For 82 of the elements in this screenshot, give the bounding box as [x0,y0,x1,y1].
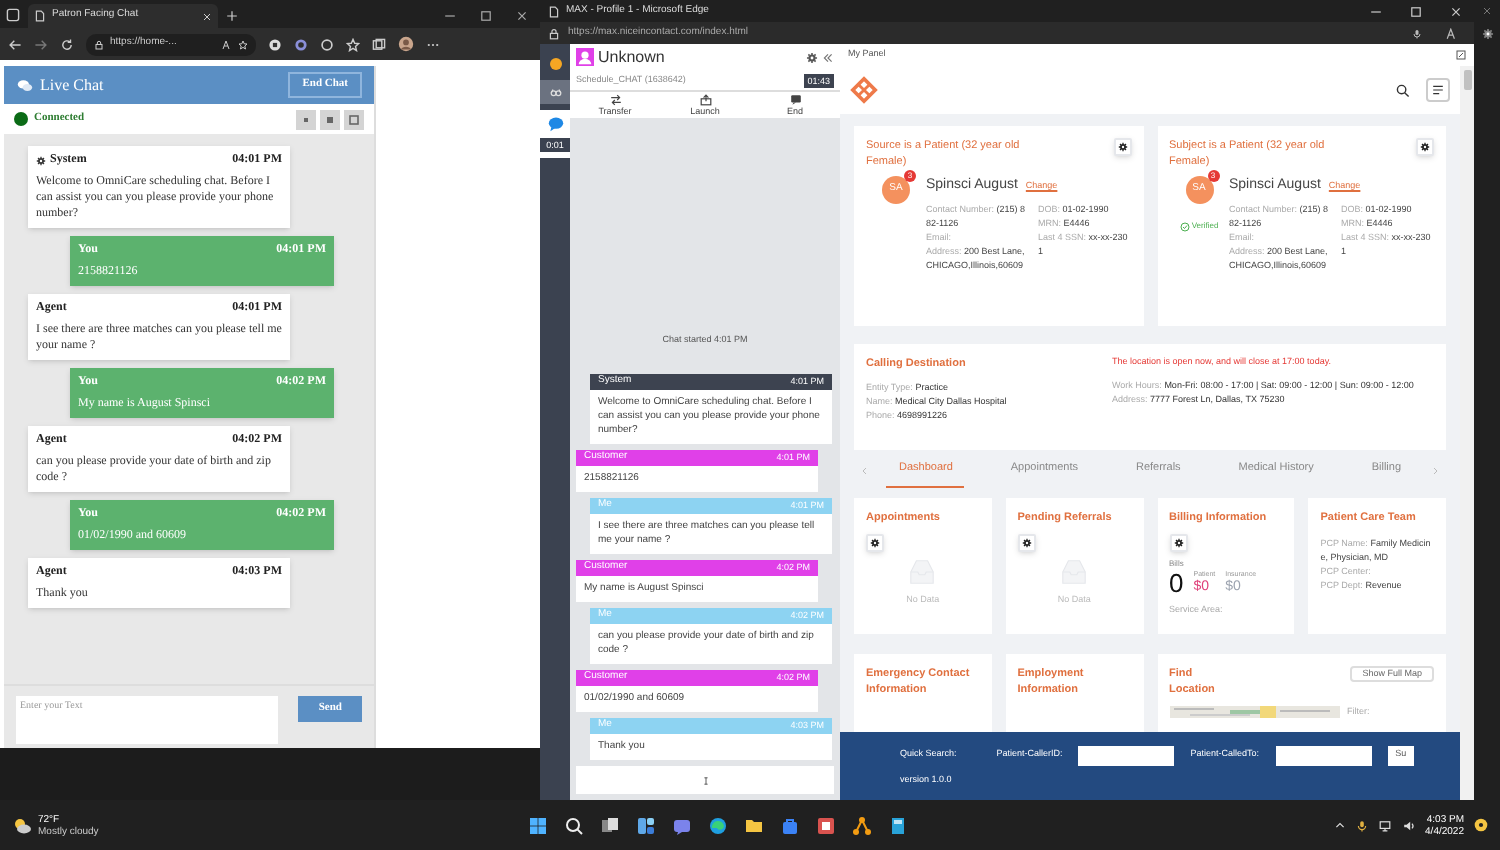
read-aloud-icon[interactable] [1446,27,1458,39]
transfer-icon [609,94,621,106]
notification-icon[interactable] [1474,818,1488,832]
chat-tab[interactable] [540,110,570,138]
chat-bubble-icon [547,116,563,132]
weather-icon [12,815,32,835]
logo-icon [850,76,878,104]
settings-icon[interactable] [1481,28,1493,40]
glasses-icon [545,86,565,98]
forward-icon[interactable] [34,37,48,51]
monitor-icon[interactable] [1377,819,1392,831]
favorite-icon[interactable] [238,39,248,49]
gear-icon [1420,142,1430,152]
gear-icon [870,538,880,548]
store-icon[interactable] [780,815,801,835]
minimize-icon[interactable] [444,10,456,22]
minimize-icon[interactable] [1370,5,1382,17]
gear-icon [1117,142,1127,152]
glasses-tab[interactable] [540,80,570,104]
text-size-icon[interactable] [320,109,340,129]
maximize-icon[interactable] [480,10,492,22]
back-icon[interactable] [8,37,22,51]
window-icon [6,8,20,22]
search-icon[interactable] [564,815,585,835]
favorites-icon[interactable] [346,37,360,51]
refresh-icon[interactable] [60,37,74,51]
search-icon[interactable] [1396,83,1410,97]
browser-icon[interactable] [708,815,729,835]
maximize-icon[interactable] [1410,5,1422,17]
close-icon[interactable] [516,10,528,22]
collapse-icon[interactable] [822,51,834,63]
search-input[interactable] [1275,745,1372,766]
settings-button[interactable] [1113,138,1131,156]
bills-count: 0 [1169,570,1184,597]
end-chat-icon [789,94,801,106]
check-circle-icon [1179,221,1190,231]
chat-icon[interactable] [672,815,693,835]
settings-button[interactable] [1169,534,1187,552]
avatar-icon[interactable] [398,36,414,52]
chevron-up-icon[interactable] [1333,819,1346,831]
expand-icon[interactable] [1456,50,1466,60]
menu-icon [1432,84,1444,96]
speaker-icon[interactable] [1401,819,1416,831]
task-view-icon[interactable] [600,815,621,835]
print-icon[interactable] [344,109,364,129]
page-icon [34,10,46,22]
plus-icon[interactable] [226,10,238,22]
lock-icon [94,39,104,49]
settings-button[interactable] [1416,138,1434,156]
reply-field[interactable] [576,766,834,794]
windows-icon[interactable] [528,815,549,835]
settings-button[interactable] [1017,534,1036,552]
read-aloud-icon[interactable] [222,39,232,49]
book-icon[interactable] [888,815,909,835]
microphone-icon[interactable] [1412,27,1422,39]
menu-button[interactable] [1426,78,1450,102]
chat-bubbles-icon [16,77,34,93]
text-cursor-icon [701,773,709,787]
chat-title: Live Chat [40,73,104,97]
extension-icon[interactable] [268,37,282,51]
settings-icon[interactable] [806,51,818,63]
gear-icon [1021,538,1032,548]
close-icon[interactable] [1450,5,1462,17]
gear-icon [1173,538,1183,548]
lock-icon [548,27,560,39]
status-dot-icon [14,112,28,126]
widgets-icon[interactable] [636,815,657,835]
collections-icon[interactable] [372,37,386,51]
network-diagram-icon[interactable] [852,815,873,835]
launch-icon [699,94,711,106]
gear-icon [36,156,46,166]
scrollbar[interactable] [1460,66,1474,800]
app-icon[interactable] [816,815,837,835]
status-dot-icon [549,58,561,70]
text-size-icon[interactable] [296,109,316,129]
folder-icon[interactable] [744,815,765,835]
contact-name: Unknown [598,45,665,69]
search-input[interactable] [1078,745,1175,766]
settings-button[interactable] [866,534,884,552]
microphone-icon[interactable] [1355,819,1368,831]
close-icon[interactable] [202,11,212,21]
page-icon [548,5,560,17]
